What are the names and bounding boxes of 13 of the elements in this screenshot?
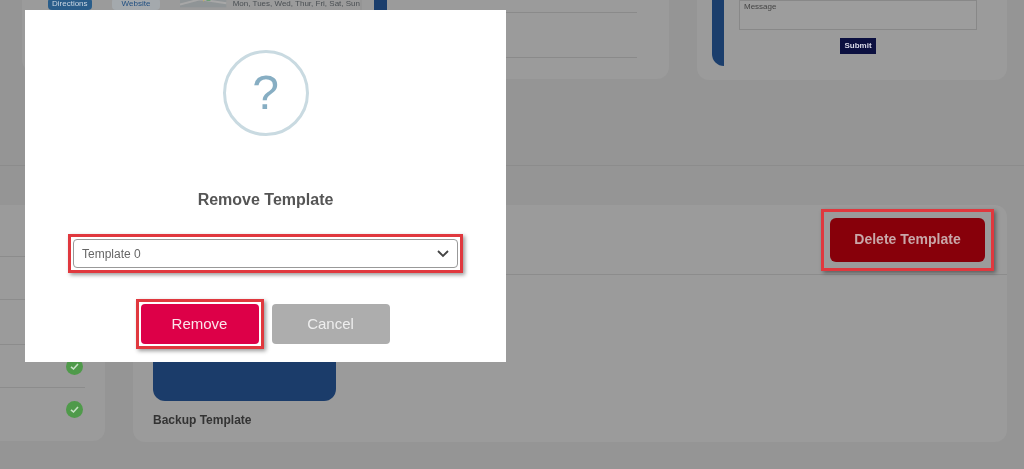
template-name: Backup Template	[153, 412, 253, 429]
accent-bar	[712, 0, 724, 66]
template-select[interactable]: Template 0	[73, 239, 458, 268]
remove-button[interactable]: Remove	[140, 304, 259, 344]
website-button[interactable]: Website	[111, 0, 161, 10]
dialog-title: Remove Template	[197, 190, 334, 210]
question-icon: ?	[222, 50, 309, 136]
delete-template-button[interactable]: Delete Template	[830, 217, 985, 262]
message-field[interactable]: Message	[739, 0, 977, 30]
directions-button[interactable]: Directions	[48, 0, 92, 10]
hours-text: Mon, Tues, Wed, Thur, Fri, Sat, Sun	[232, 0, 360, 10]
chevron-down-icon	[437, 249, 449, 258]
submit-button[interactable]: Submit	[840, 38, 876, 54]
